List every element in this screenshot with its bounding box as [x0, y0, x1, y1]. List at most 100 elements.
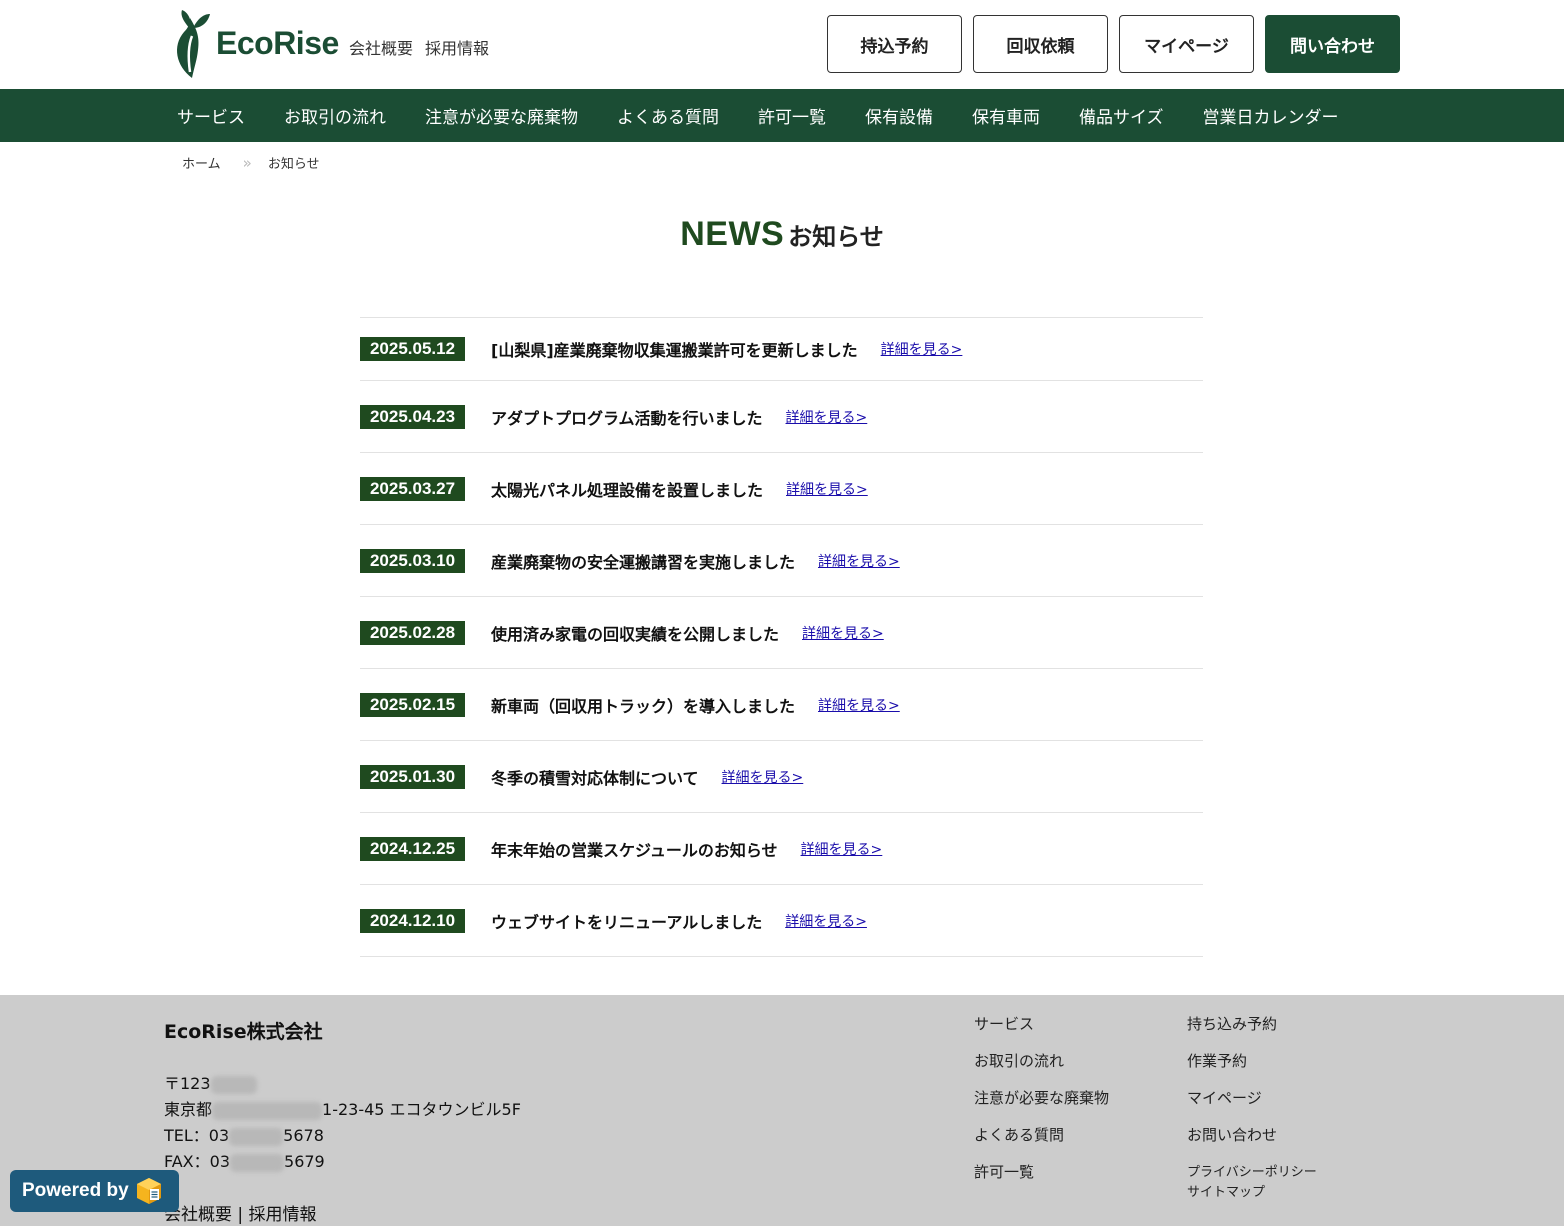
nav-item-caution-waste[interactable]: 注意が必要な廃棄物 [425, 103, 578, 128]
mypage-button[interactable]: マイページ [1119, 15, 1254, 73]
page-title: NEWS お知らせ [0, 215, 1564, 254]
news-detail-link[interactable]: 詳細を見る> [786, 407, 868, 427]
news-detail-link[interactable]: 詳細を見る> [818, 695, 900, 715]
footer-link-sitemap[interactable]: サイトマップ [1187, 1181, 1317, 1201]
news-item: 2025.05.12 [山梨県]産業廃棄物収集運搬業許可を更新しました 詳細を見… [360, 318, 1203, 381]
header-link-company[interactable]: 会社概要 [349, 35, 413, 59]
logo-text: EcoRise [216, 24, 339, 61]
breadcrumb-current: お知らせ [267, 157, 320, 172]
breadcrumb-home[interactable]: ホーム [182, 153, 221, 172]
footer-tel-suffix: 5678 [283, 1126, 324, 1145]
news-detail-link[interactable]: 詳細を見る> [786, 479, 868, 499]
news-date: 2025.03.10 [360, 548, 465, 573]
footer-nav-col2: 持ち込み予約 作業予約 マイページ お問い合わせ プライバシーポリシー サイトマ… [1187, 1013, 1317, 1201]
footer-link-service[interactable]: サービス [974, 1013, 1109, 1050]
news-date: 2025.02.15 [360, 692, 465, 717]
news-item: 2024.12.10 ウェブサイトをリニューアルしました 詳細を見る> [360, 885, 1203, 957]
news-title: 年末年始の営業スケジュールのお知らせ [491, 840, 778, 860]
site-footer: EcoRise株式会社 〒123 東京都 1-23-45 エコタウンビル5F TE… [0, 995, 1564, 1226]
news-date: 2025.03.27 [360, 476, 465, 501]
news-title: 太陽光パネル処理設備を設置しました [491, 480, 764, 500]
nav-item-calendar[interactable]: 営業日カレンダー [1203, 103, 1339, 128]
news-date: 2025.02.28 [360, 620, 465, 645]
footer-nav-col1: サービス お取引の流れ 注意が必要な廃棄物 よくある質問 許可一覧 [974, 1013, 1109, 1198]
news-date: 2025.05.12 [360, 337, 465, 361]
news-detail-link[interactable]: 詳細を見る> [801, 839, 883, 859]
news-title: [山梨県]産業廃棄物収集運搬業許可を更新しました [491, 341, 858, 360]
news-title: 使用済み家電の回収実績を公開しました [491, 624, 780, 644]
news-date: 2024.12.10 [360, 908, 465, 933]
collection-request-button[interactable]: 回収依頼 [973, 15, 1108, 73]
footer-link-permits[interactable]: 許可一覧 [974, 1161, 1109, 1198]
site-header: EcoRise 会社概要 採用情報 持込予約 回収依頼 マイページ 問い合わせ [0, 0, 1564, 89]
breadcrumb: ホーム » お知らせ [182, 153, 320, 173]
footer-address-prefix: 東京都 [164, 1100, 213, 1119]
breadcrumb-separator-icon: » [242, 153, 252, 172]
page-title-en: NEWS [680, 215, 785, 253]
footer-address-block: 〒123 東京都 1-23-45 エコタウンビル5F TEL：03 5678 FAX… [164, 1071, 521, 1175]
nav-item-equipment[interactable]: 保有設備 [865, 103, 933, 128]
news-list: 2025.05.12 [山梨県]産業廃棄物収集運搬業許可を更新しました 詳細を見… [360, 317, 1203, 957]
news-item: 2025.02.15 新車両（回収用トラック）を導入しました 詳細を見る> [360, 669, 1203, 741]
footer-tel-prefix: TEL：03 [164, 1126, 230, 1145]
news-title: 産業廃棄物の安全運搬講習を実施しました [491, 552, 796, 572]
news-date: 2025.01.30 [360, 764, 465, 789]
news-item: 2025.04.23 アダプトプログラム活動を行いました 詳細を見る> [360, 381, 1203, 453]
powered-by-label: Powered by [22, 1180, 129, 1201]
nav-item-flow[interactable]: お取引の流れ [284, 103, 386, 128]
news-title: 新車両（回収用トラック）を導入しました [491, 696, 796, 716]
footer-company-name: EcoRise株式会社 [164, 1021, 323, 1043]
news-item: 2025.02.28 使用済み家電の回収実績を公開しました 詳細を見る> [360, 597, 1203, 669]
footer-postal: 〒123 [164, 1071, 521, 1097]
powered-by-badge[interactable]: Powered by [10, 1170, 179, 1212]
news-detail-link[interactable]: 詳細を見る> [818, 551, 900, 571]
nav-item-supply-sizes[interactable]: 備品サイズ [1079, 103, 1164, 128]
news-title: アダプトプログラム活動を行いました [491, 408, 763, 428]
nav-item-permits[interactable]: 許可一覧 [758, 103, 826, 128]
redacted-blur [229, 1127, 284, 1146]
cube-logo-icon [136, 1178, 161, 1204]
footer-fax-prefix: FAX：03 [164, 1152, 231, 1171]
footer-fax: FAX：03 5679 [164, 1149, 521, 1175]
header-links: 会社概要 採用情報 [349, 35, 489, 59]
news-detail-link[interactable]: 詳細を見る> [881, 339, 963, 359]
nav-item-faq[interactable]: よくある質問 [617, 103, 719, 128]
news-detail-link[interactable]: 詳細を見る> [802, 623, 884, 643]
page-title-ja: お知らせ [788, 223, 884, 251]
footer-link-mypage[interactable]: マイページ [1187, 1087, 1317, 1124]
footer-link-privacy[interactable]: プライバシーポリシー [1187, 1161, 1317, 1181]
site-logo[interactable]: EcoRise [170, 6, 339, 80]
news-item: 2025.03.10 産業廃棄物の安全運搬講習を実施しました 詳細を見る> [360, 525, 1203, 597]
footer-link-work-reservation[interactable]: 作業予約 [1187, 1050, 1317, 1087]
redacted-blur [212, 1101, 323, 1120]
header-buttons: 持込予約 回収依頼 マイページ 問い合わせ [827, 15, 1400, 73]
redacted-blur [230, 1153, 285, 1172]
news-item: 2025.03.27 太陽光パネル処理設備を設置しました 詳細を見る> [360, 453, 1203, 525]
news-title: 冬季の積雪対応体制について [491, 768, 699, 788]
footer-address-suffix: 1-23-45 エコタウンビル5F [322, 1100, 521, 1119]
news-item: 2025.01.30 冬季の積雪対応体制について 詳細を見る> [360, 741, 1203, 813]
footer-bottom-links[interactable]: 会社概要 | 採用情報 [164, 1200, 317, 1225]
footer-fax-suffix: 5679 [284, 1152, 325, 1171]
redacted-blur [210, 1075, 257, 1094]
footer-link-flow[interactable]: お取引の流れ [974, 1050, 1109, 1087]
news-detail-link[interactable]: 詳細を見る> [785, 911, 867, 931]
footer-link-caution-waste[interactable]: 注意が必要な廃棄物 [974, 1087, 1109, 1124]
contact-button[interactable]: 問い合わせ [1265, 15, 1400, 73]
footer-address: 東京都 1-23-45 エコタウンビル5F [164, 1097, 521, 1123]
news-date: 2024.12.25 [360, 836, 465, 861]
footer-link-bring-in[interactable]: 持ち込み予約 [1187, 1013, 1317, 1050]
global-nav: サービス お取引の流れ 注意が必要な廃棄物 よくある質問 許可一覧 保有設備 保… [0, 89, 1564, 142]
nav-item-vehicles[interactable]: 保有車両 [972, 103, 1040, 128]
leaf-logo-icon [177, 10, 210, 78]
nav-item-service[interactable]: サービス [177, 103, 245, 128]
footer-link-contact[interactable]: お問い合わせ [1187, 1124, 1317, 1161]
footer-postal-text: 〒123 [164, 1074, 211, 1093]
news-title: ウェブサイトをリニューアルしました [491, 912, 763, 932]
footer-link-faq[interactable]: よくある質問 [974, 1124, 1109, 1161]
footer-tel: TEL：03 5678 [164, 1123, 521, 1149]
news-date: 2025.04.23 [360, 404, 465, 429]
header-link-recruit[interactable]: 採用情報 [425, 35, 489, 59]
news-detail-link[interactable]: 詳細を見る> [722, 767, 804, 787]
bring-in-reservation-button[interactable]: 持込予約 [827, 15, 962, 73]
